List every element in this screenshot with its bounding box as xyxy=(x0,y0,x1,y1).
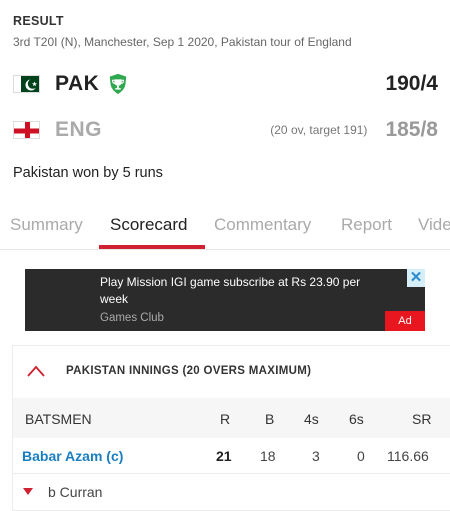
batsman-balls: 18 xyxy=(260,448,276,464)
chevron-down-icon[interactable] xyxy=(23,488,33,495)
tab-scorecard[interactable]: Scorecard xyxy=(110,215,187,235)
batsman-sixes: 0 xyxy=(357,448,365,464)
team-name: ENG xyxy=(55,118,103,141)
batsman-fours: 3 xyxy=(312,448,320,464)
match-info: 3rd T20I (N), Manchester, Sep 1 2020, Pa… xyxy=(13,35,352,49)
match-result: Pakistan won by 5 runs xyxy=(13,165,163,181)
innings-title: PAKISTAN INNINGS (20 OVERS MAXIMUM) xyxy=(66,365,312,377)
column-header-sixes: 6s xyxy=(349,411,364,427)
team-name: PAK xyxy=(55,72,100,95)
team-score: 185/8 xyxy=(385,118,438,141)
innings-header[interactable]: PAKISTAN INNINGS (20 OVERS MAXIMUM) xyxy=(13,346,450,398)
column-header-batsmen: BATSMEN xyxy=(25,411,92,427)
tab-report[interactable]: Report xyxy=(341,215,392,235)
dismissal-text: b Curran xyxy=(48,484,103,500)
england-flag-icon xyxy=(13,121,40,139)
pakistan-flag-icon xyxy=(13,75,40,93)
target-note: (20 ov, target 191) xyxy=(270,123,368,137)
close-icon[interactable]: ✕ xyxy=(407,269,425,287)
tab-bar: Summary Scorecard Commentary Report Vide xyxy=(0,205,450,250)
team-row-pak[interactable]: PAK 190/4 xyxy=(13,69,438,99)
ad-banner[interactable]: Play Mission IGI game subscribe at Rs 23… xyxy=(25,269,425,331)
result-label: RESULT xyxy=(13,14,64,28)
team-row-eng[interactable]: ENG (20 ov, target 191) 185/8 xyxy=(13,115,438,145)
column-header-runs: R xyxy=(220,411,231,427)
batsman-runs: 21 xyxy=(216,448,232,464)
tab-summary[interactable]: Summary xyxy=(10,215,83,235)
ad-source: Games Club xyxy=(100,312,164,324)
chevron-up-icon[interactable] xyxy=(26,364,46,378)
trophy-icon xyxy=(110,73,127,95)
innings-scorecard: PAKISTAN INNINGS (20 OVERS MAXIMUM) BATS… xyxy=(12,345,450,511)
active-tab-indicator xyxy=(99,245,205,249)
table-row: Babar Azam (c) 21 18 3 0 116.66 xyxy=(13,438,450,474)
ad-title[interactable]: Play Mission IGI game subscribe at Rs 23… xyxy=(100,274,385,308)
tab-commentary[interactable]: Commentary xyxy=(214,215,311,235)
tab-videos[interactable]: Vide xyxy=(418,215,450,235)
ad-badge: Ad xyxy=(385,311,425,331)
batsman-strike-rate: 116.66 xyxy=(387,448,429,464)
dismissal-row[interactable]: b Curran xyxy=(13,474,450,510)
column-header-strike-rate: SR xyxy=(412,411,432,427)
column-header-balls: B xyxy=(265,411,275,427)
column-header-fours: 4s xyxy=(304,411,319,427)
team-score: 190/4 xyxy=(385,72,438,95)
table-header: BATSMEN R B 4s 6s SR xyxy=(13,398,450,438)
batsman-name-link[interactable]: Babar Azam (c) xyxy=(22,448,123,464)
